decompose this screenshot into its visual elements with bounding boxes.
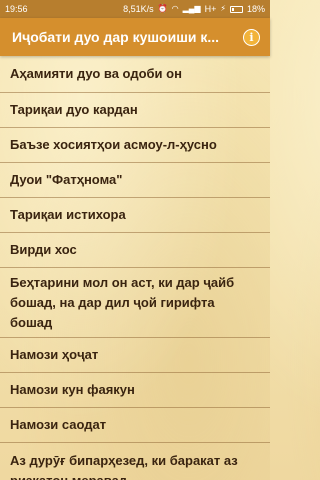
list-item[interactable]: Тариқаи дуо кардан	[0, 93, 270, 127]
list-item[interactable]: Намози кун фаякун	[0, 373, 270, 407]
list-item-label: Аҳамияти дуо ва одоби он	[10, 66, 182, 81]
list-item-label: Тариқаи дуо кардан	[10, 102, 138, 117]
list-item[interactable]: Дуои "Фатҳнома"	[0, 163, 270, 197]
list-item-label: Намози кун фаякун	[10, 382, 135, 397]
app-bar: Иҷобати дуо дар кушоиши к... i	[0, 18, 270, 56]
list-item-label: Намози саодат	[10, 417, 107, 432]
list-item[interactable]: Намози саодат	[0, 408, 270, 442]
list-item[interactable]: Намози ҳоҷат	[0, 338, 270, 372]
alarm-icon: ⏰	[157, 4, 168, 13]
info-icon: i	[249, 30, 254, 44]
app-title: Иҷобати дуо дар кушоиши к...	[12, 29, 220, 45]
net-speed: 8,51K/s	[123, 4, 154, 14]
list-item[interactable]: Аҳамияти дуо ва одоби он	[0, 56, 270, 92]
info-button[interactable]: i	[243, 28, 260, 46]
signal-icon: ▂▄▆	[182, 4, 201, 13]
status-indicators: 8,51K/s ⏰ ◠ ▂▄▆ H+ ⚡ 18%	[123, 4, 265, 14]
list-item-label: Намози ҳоҷат	[10, 347, 99, 362]
status-time: 19:56	[5, 4, 28, 14]
list-item[interactable]: Беҳтарини мол он аст, ки дар ҷайб бошад,…	[0, 268, 270, 337]
list-item[interactable]: Тариқаи истихора	[0, 198, 270, 232]
wifi-icon: ◠	[171, 4, 179, 13]
list-item[interactable]: Баъзе хосиятҳои асмоу-л-ҳусно	[0, 128, 270, 162]
topic-list[interactable]: Аҳамияти дуо ва одоби он Тариқаи дуо кар…	[0, 56, 270, 480]
battery-icon	[229, 5, 243, 13]
network-type: H+	[204, 4, 217, 14]
list-item-label: Аз дурӯғ бипарҳезед, ки баракат аз ризқа…	[10, 453, 238, 480]
list-item[interactable]: Аз дурӯғ бипарҳезед, ки баракат аз ризқа…	[0, 443, 270, 480]
list-item-label: Дуои "Фатҳнома"	[10, 172, 123, 187]
battery-level: 18%	[246, 4, 265, 14]
list-item-label: Вирди хос	[10, 242, 77, 257]
list-item-label: Баъзе хосиятҳои асмоу-л-ҳусно	[10, 137, 217, 152]
list-item[interactable]: Вирди хос	[0, 233, 270, 267]
status-bar: 19:56 8,51K/s ⏰ ◠ ▂▄▆ H+ ⚡ 18%	[0, 0, 270, 18]
list-item-label: Беҳтарини мол он аст, ки дар ҷайб бошад,…	[10, 274, 235, 330]
charging-icon: ⚡	[220, 4, 226, 13]
list-item-label: Тариқаи истихора	[10, 207, 126, 222]
